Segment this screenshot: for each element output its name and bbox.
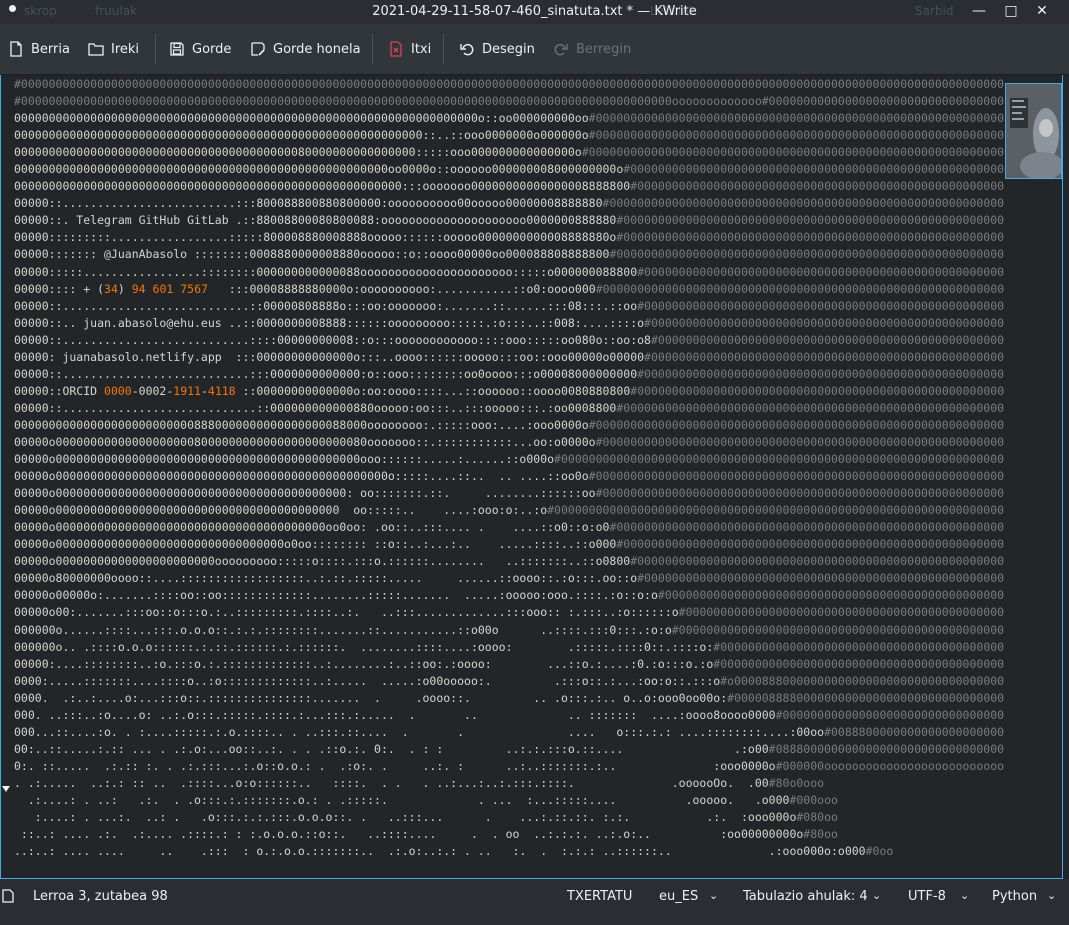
chevron-down-icon[interactable]: ⌄ — [1047, 889, 1056, 902]
text-line[interactable]: 0000000000000000000000000000000000000000… — [14, 178, 1004, 195]
text-line[interactable]: 000. ..:::..:o....o: ..:.o:::.:::::.::::… — [14, 707, 1004, 724]
status-bar: Lerroa 3, zutabea 98 TXERTATU eu_ES ⌄ Ta… — [0, 879, 1069, 925]
text-line[interactable]: 000000o......::::...:::.o.o.o::.:.:.::::… — [14, 622, 1004, 639]
text-line[interactable]: 00000:....::::::::..:o.:::o.:.::::::::::… — [14, 656, 1004, 673]
text-line[interactable]: 000000o.. .::::o.o.o::::::.:.::.::::::.:… — [14, 639, 1004, 656]
indentation-selector[interactable]: Tabulazio ahulak: 4 — [743, 889, 868, 904]
text-line[interactable]: 00000o0000000000000000000000000000000000… — [14, 485, 1004, 502]
save-as-label: Gorde honela — [273, 41, 361, 57]
text-line[interactable]: 000...::....:o. . :....:::::.:.o.::::.. … — [14, 724, 1004, 741]
text-line[interactable]: 00000o80000000oooo::....::::::::::::::::… — [14, 570, 1004, 587]
text-line[interactable]: 00000::...........................::0000… — [14, 298, 1004, 315]
maximize-button[interactable]: □ — [998, 0, 1024, 24]
text-line[interactable]: 0000:.....:::::::....::::o..:o::::::::::… — [14, 673, 1004, 690]
text-line[interactable]: 00000o0000000000000000000080000000000000… — [14, 434, 1004, 451]
minimap-preview — [1006, 84, 1061, 178]
text-line[interactable]: . .:..... ..:.: :: .. .::::...o:o::::::.… — [14, 775, 1004, 792]
undo-button[interactable]: Desegin — [459, 36, 535, 62]
new-label: Berria — [31, 41, 70, 57]
text-line[interactable]: #000000000000000000000000000000000000000… — [14, 76, 1004, 93]
chevron-down-icon[interactable]: ⌄ — [960, 889, 969, 902]
chevron-down-icon[interactable]: ⌄ — [709, 889, 718, 902]
undo-label: Desegin — [482, 41, 535, 57]
save-icon — [170, 42, 184, 56]
text-line[interactable]: 00000o00000o:.......::::oo::oo::::::::::… — [14, 587, 1004, 604]
close-window-button[interactable]: ✕ — [1029, 0, 1055, 24]
minimap[interactable] — [1005, 83, 1062, 179]
text-line[interactable]: ::..: .... .:. .:.... .::::.: : :.o.o.o.… — [14, 826, 1004, 843]
text-line[interactable]: ..:..: .... .... .. .::: : o.:.o.o.:::::… — [14, 843, 1004, 856]
toolbar: Berria Ireki Gorde Gorde honela Itxi Des… — [0, 24, 1069, 75]
text-line[interactable]: 00000::ORCID 0000-0002-1911-4118 ::00000… — [14, 383, 1004, 400]
minimize-button[interactable]: — — [966, 0, 992, 24]
text-line[interactable]: 00000:::::.................::::::::00000… — [14, 264, 1004, 281]
text-line[interactable]: 0000000000000000000000000000000000000000… — [14, 161, 1004, 178]
text-line[interactable]: 00000o00:.......:::oo::o:::o.:..::::::::… — [14, 604, 1004, 621]
text-line[interactable]: 00000::. Telegram GitHub GitLab .::88008… — [14, 212, 1004, 229]
text-line[interactable]: 0000000000000000000000000000000000000000… — [14, 127, 1004, 144]
encoding-selector[interactable]: UTF-8 — [908, 889, 946, 904]
folder-open-icon — [88, 43, 104, 56]
text-line[interactable]: 0000000000000000000000000000000000000000… — [14, 110, 1004, 127]
close-button[interactable]: Itxi — [388, 36, 431, 62]
close-document-icon — [390, 41, 402, 57]
text-line[interactable]: 00000o0000000000000000000000000000000000… — [14, 519, 1004, 536]
new-button[interactable]: Berria — [8, 36, 70, 62]
cursor-position[interactable]: Lerroa 3, zutabea 98 — [33, 889, 168, 904]
text-line[interactable]: :....: . ...:. ..: . .o:::.:.:.:::.o.o.o… — [14, 809, 1004, 826]
text-line[interactable]: 00:..::.....:.:: ... . .:.o:...oo::..:. … — [14, 741, 1004, 758]
title-bar: skrop fruulak Lekulak Sarbid 2021-04-29-… — [0, 0, 1069, 24]
text-line[interactable]: 0000000000000000000000000000000000000000… — [14, 144, 1004, 161]
text-line[interactable]: 00000:::::::::.................:::::8000… — [14, 229, 1004, 246]
text-line[interactable]: 00000::...........................::::00… — [14, 332, 1004, 349]
dictionary-selector[interactable]: eu_ES — [659, 889, 698, 904]
chevron-down-icon[interactable]: ⌄ — [872, 889, 881, 902]
text-line[interactable]: 00000:::: + (34) 94 601 7567 :::00008888… — [14, 281, 1004, 298]
text-line[interactable]: 00000::.........................:::80008… — [14, 195, 1004, 212]
text-line[interactable]: 00000::.. juan.abasolo@ehu.eus ..::00000… — [14, 315, 1004, 332]
text-line[interactable]: 00000o0000000000000000000000000000000000… — [14, 468, 1004, 485]
input-mode[interactable]: TXERTATU — [567, 889, 632, 904]
save-label: Gorde — [192, 41, 232, 57]
toolbar-separator — [372, 34, 373, 64]
open-label: Ireki — [111, 41, 140, 57]
text-line[interactable]: 0000. .:..:....o:...:::o::.:::::::::::::… — [14, 690, 1004, 707]
save-as-button[interactable]: Gorde honela — [250, 36, 361, 62]
text-editor[interactable]: #000000000000000000000000000000000000000… — [0, 75, 1063, 879]
text-line[interactable]: 00000o00000000000000000000000ooooooooo::… — [14, 553, 1004, 570]
save-as-icon — [251, 42, 265, 56]
redo-icon — [554, 43, 568, 56]
text-line[interactable]: .:....: . ..: .:. . .o:::.:.:::::::.o.: … — [14, 792, 1004, 809]
text-line[interactable]: 00000::::::: @JuanAbasolo ::::::::000888… — [14, 246, 1004, 263]
text-line[interactable]: 00000::............................::000… — [14, 400, 1004, 417]
code-fold-marker-icon[interactable] — [2, 786, 10, 792]
save-button[interactable]: Gorde — [169, 36, 231, 62]
document-text[interactable]: #000000000000000000000000000000000000000… — [14, 76, 1004, 856]
close-label: Itxi — [411, 41, 432, 57]
syntax-mode-selector[interactable]: Python — [992, 889, 1037, 904]
open-button[interactable]: Ireki — [88, 36, 139, 62]
toolbar-separator — [155, 34, 156, 64]
text-line[interactable]: 00000o0000000000000000000000000000000000… — [14, 451, 1004, 468]
text-line[interactable]: 00000o000000000000000000000000000000000o… — [14, 536, 1004, 553]
redo-button[interactable]: Berregin — [553, 36, 631, 62]
document-icon — [2, 889, 14, 907]
text-line[interactable]: 00000o0000000000000000000000000000000000… — [14, 502, 1004, 519]
toolbar-separator — [443, 34, 444, 64]
new-document-icon — [10, 41, 22, 57]
text-line[interactable]: 0:. ::..... .:.:: :. . .:.:::...:.o::o.o… — [14, 758, 1004, 775]
text-line[interactable]: #000000000000000000000000000000000000000… — [14, 93, 1004, 110]
window-title: 2021-04-29-11-58-07-460_sinatuta.txt * —… — [372, 4, 697, 19]
text-line[interactable]: 00000: juanabasolo.netlify.app :::000000… — [14, 349, 1004, 366]
redo-label: Berregin — [576, 41, 632, 57]
undo-icon — [460, 43, 474, 56]
text-line[interactable]: 00000::...........................:::000… — [14, 366, 1004, 383]
text-line[interactable]: 0000000000000000000000000088800000000000… — [14, 417, 1004, 434]
